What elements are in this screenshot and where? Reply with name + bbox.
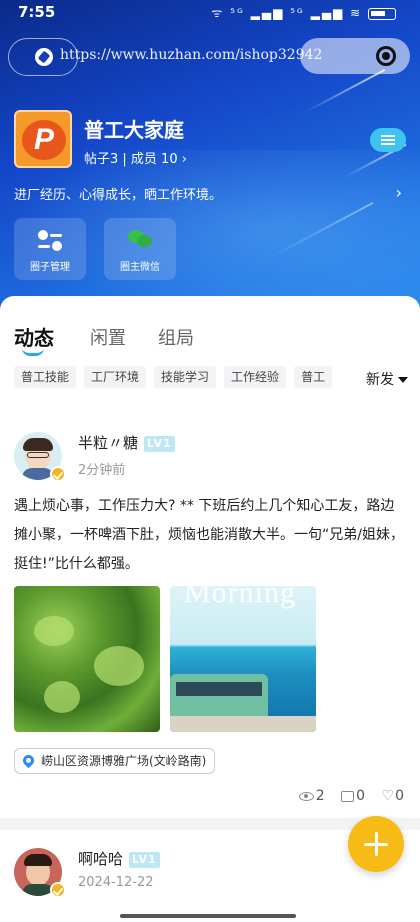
group-title: 普工大家庭	[84, 118, 184, 142]
menu-line	[381, 135, 395, 137]
author-name: 半粒〃糖	[78, 434, 139, 452]
tram-shape	[170, 674, 268, 718]
post-time: 2分钟前	[78, 463, 126, 478]
watermark-url: https://www.huzhan.com/ishop32942	[60, 47, 323, 63]
eye-icon	[298, 791, 314, 801]
group-logo	[14, 110, 72, 168]
active-tab-indicator	[22, 348, 44, 356]
home-indicator[interactable]	[120, 914, 296, 918]
avatar-glasses	[27, 452, 49, 458]
chip-factory[interactable]: 工厂环境	[84, 366, 147, 388]
owner-wechat-button[interactable]: 圈主微信	[104, 218, 176, 280]
tab-idle[interactable]: 闲置	[90, 324, 126, 350]
record-icon[interactable]	[376, 46, 396, 66]
post-time: 2024-12-22	[78, 875, 154, 890]
verified-badge-icon	[50, 882, 66, 898]
post-image-tram[interactable]: Morning	[170, 586, 316, 732]
wechat-icon	[128, 230, 152, 248]
level-badge: LV1	[129, 851, 160, 868]
avatar-hair	[24, 854, 52, 866]
sort-label: 新发	[366, 372, 394, 388]
tab-dynamic[interactable]: 动态	[14, 322, 54, 351]
comment-icon	[341, 790, 355, 802]
battery-icon	[368, 7, 396, 20]
avatar-hair	[23, 438, 53, 451]
topic-chips: 普工技能 工厂环境 技能学习 工作经验 普工	[14, 366, 349, 390]
signal-icon: ᯤ ⁵ᴳ ▂▄▆ ⁵ᴳ ▂▄▆ ≋	[211, 6, 363, 20]
logo-p-icon	[22, 120, 66, 160]
group-description[interactable]: 进厂经历、心得成长，晒工作环境。	[14, 184, 222, 203]
sort-dropdown[interactable]: 新发	[366, 369, 408, 389]
comment-button[interactable]: 0	[341, 788, 365, 804]
views-stat: 2	[298, 788, 325, 804]
group-manage-button[interactable]: 圈子管理	[14, 218, 86, 280]
group-menu-button[interactable]	[370, 128, 406, 152]
author-name: 啊哈哈	[78, 850, 124, 868]
owner-wechat-label: 圈主微信	[120, 262, 160, 273]
chevron-right-icon[interactable]: ›	[396, 183, 402, 202]
menu-line	[381, 143, 395, 145]
location-pin-icon	[20, 752, 37, 769]
status-bar: 7:55 ᯤ ⁵ᴳ ▂▄▆ ⁵ᴳ ▂▄▆ ≋	[0, 0, 420, 26]
post-author[interactable]: 啊哈哈 LV1	[78, 848, 160, 869]
caret-down-icon	[398, 377, 408, 383]
likes-count: 0	[395, 788, 404, 804]
post-stats: 2 0 ♡0	[287, 788, 404, 804]
verified-badge-icon	[50, 466, 66, 482]
image-caption: Morning	[184, 586, 296, 609]
chip-skills[interactable]: 普工技能	[14, 366, 77, 388]
feed-panel: 动态 闲置 组局 普工技能 工厂环境 技能学习 工作经验 普工 新发 半粒〃糖 LV1 2…	[0, 296, 420, 818]
location-text: 崂山区资源博雅广场(文岭路南)	[41, 754, 207, 768]
level-badge: LV1	[144, 435, 175, 452]
compass-icon	[35, 48, 53, 66]
comments-count: 0	[356, 788, 366, 804]
chip-learning[interactable]: 技能学习	[154, 366, 217, 388]
group-stats-link[interactable]: 帖子3 | 成员 10 ›	[84, 148, 187, 167]
post-content[interactable]: 遇上烦心事，工作压力大? ** 下班后约上几个知心工友，路边摊小聚，一杯啤酒下肚…	[14, 492, 408, 579]
like-button[interactable]: ♡0	[382, 788, 404, 804]
chip-experience[interactable]: 工作经验	[224, 366, 287, 388]
chip-worker[interactable]: 普工	[294, 366, 333, 388]
tab-meetup[interactable]: 组局	[158, 324, 194, 350]
feed-tabs: 动态 闲置 组局	[0, 296, 420, 356]
group-manage-label: 圈子管理	[30, 262, 70, 273]
heart-icon: ♡	[381, 788, 395, 804]
post-image-plant[interactable]	[14, 586, 160, 732]
create-post-button[interactable]	[348, 816, 404, 872]
status-icons: ᯤ ⁵ᴳ ▂▄▆ ⁵ᴳ ▂▄▆ ≋	[211, 4, 396, 21]
light-streak	[304, 68, 386, 114]
views-count: 2	[315, 788, 325, 804]
capsule-menu-button[interactable]	[300, 38, 410, 74]
location-tag[interactable]: 崂山区资源博雅广场(文岭路南)	[14, 748, 216, 774]
menu-line	[381, 139, 395, 141]
status-time: 7:55	[18, 3, 56, 21]
light-streak	[266, 201, 374, 261]
road-shape	[170, 716, 316, 732]
post-author[interactable]: 半粒〃糖 LV1	[78, 432, 175, 453]
